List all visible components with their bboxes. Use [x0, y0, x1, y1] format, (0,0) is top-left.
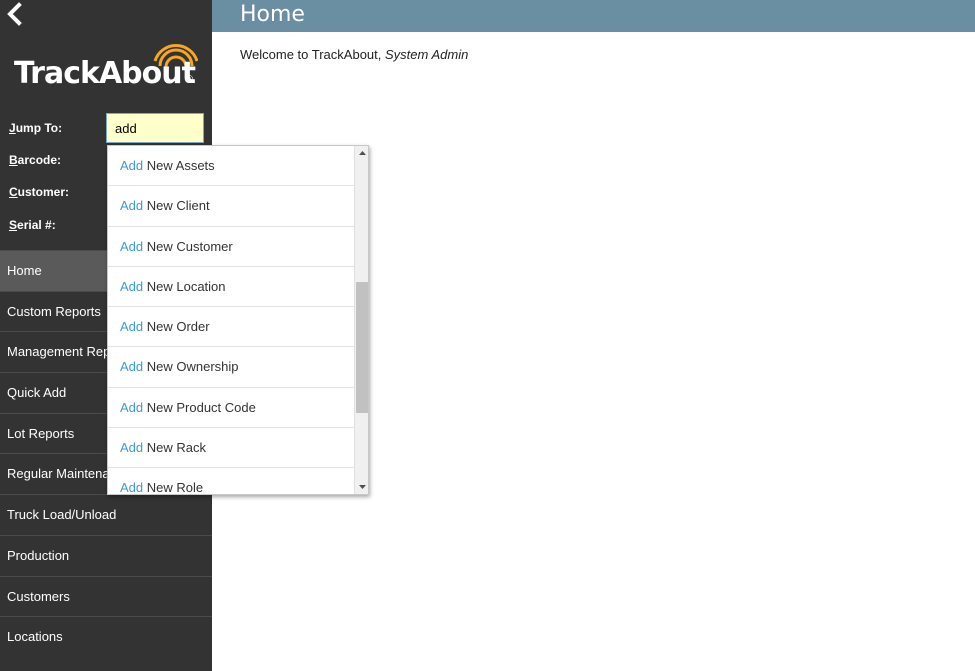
- nav-item-customers[interactable]: Customers: [0, 575, 212, 617]
- back-icon[interactable]: [4, 2, 26, 26]
- customer-label: Customer:: [9, 185, 70, 199]
- nav-item-locations[interactable]: Locations: [0, 616, 212, 657]
- logo-wordmark: TrackAbout: [14, 56, 196, 91]
- dropdown-scrollbar[interactable]: [354, 146, 368, 494]
- autocomplete-item[interactable]: Add New Order: [108, 307, 354, 348]
- trackabout-logo: TrackAbout ®: [14, 40, 204, 92]
- jump-to-label: Jump To:: [9, 121, 63, 135]
- jump-to-input[interactable]: [106, 113, 204, 143]
- autocomplete-item[interactable]: Add New Role: [108, 468, 354, 494]
- scroll-up-icon[interactable]: [355, 146, 368, 160]
- serial-label: Serial #:: [9, 218, 56, 232]
- nav-item-production[interactable]: Production: [0, 534, 212, 576]
- welcome-message: Welcome to TrackAbout, System Admin: [240, 47, 469, 62]
- autocomplete-list: Add New Assets Add New Client Add New Cu…: [108, 146, 354, 494]
- autocomplete-item[interactable]: Add New Client: [108, 186, 354, 227]
- autocomplete-item[interactable]: Add New Assets: [108, 146, 354, 187]
- scrollbar-thumb[interactable]: [356, 282, 368, 413]
- autocomplete-item[interactable]: Add New Rack: [108, 428, 354, 469]
- autocomplete-item[interactable]: Add New Customer: [108, 227, 354, 267]
- autocomplete-item[interactable]: Add New Ownership: [108, 347, 354, 388]
- page-header: Home: [212, 0, 975, 32]
- registered-mark: ®: [185, 74, 194, 86]
- user-name: System Admin: [385, 47, 469, 62]
- jump-to-autocomplete: Add New Assets Add New Client Add New Cu…: [107, 145, 369, 495]
- autocomplete-item[interactable]: Add New Product Code: [108, 388, 354, 429]
- barcode-label: Barcode:: [9, 153, 62, 167]
- nav-item-truck-load-unload[interactable]: Truck Load/Unload: [0, 494, 212, 535]
- scroll-down-icon[interactable]: [355, 480, 368, 494]
- page-title: Home: [240, 2, 305, 27]
- autocomplete-item[interactable]: Add New Location: [108, 267, 354, 308]
